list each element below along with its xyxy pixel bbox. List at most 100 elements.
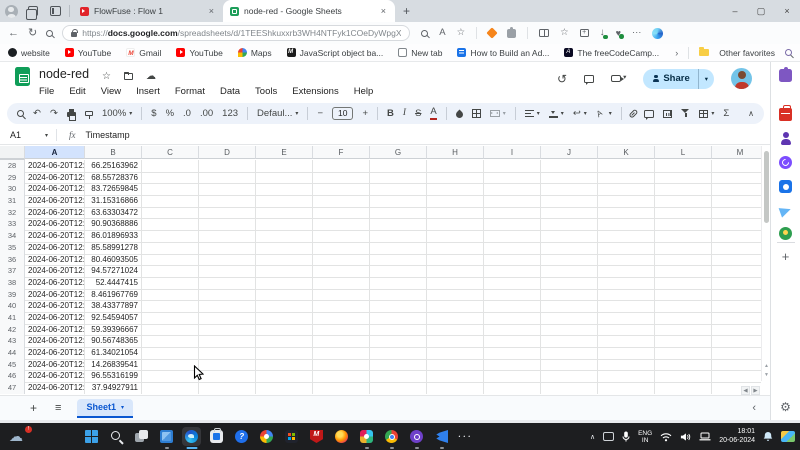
url-field[interactable]: https://docs.google.com/spreadsheets/d/1… xyxy=(62,25,410,41)
column-header-L[interactable]: L xyxy=(655,146,712,159)
get-add-ons-button[interactable]: + xyxy=(782,249,790,264)
version-history-icon[interactable]: ↺ xyxy=(557,73,567,85)
text-rotate-button[interactable]: ▾ xyxy=(596,109,612,118)
notifications-bell-icon[interactable] xyxy=(763,431,773,442)
increase-decimal-button[interactable]: .00 xyxy=(200,109,213,119)
camera-blue-icon[interactable] xyxy=(779,180,792,193)
italic-button[interactable]: I xyxy=(403,109,406,119)
gear-icon[interactable]: ⚙ xyxy=(780,400,791,414)
bookmark-how-to-build-an-ad-[interactable]: How to Build an Ad... xyxy=(457,48,549,58)
workspaces-icon[interactable] xyxy=(22,0,44,22)
battery-icon[interactable] xyxy=(699,432,711,441)
collapse-side-panel-icon[interactable]: ‹ xyxy=(752,402,756,414)
store-icon[interactable] xyxy=(207,427,226,446)
name-box[interactable]: A1 ▾ xyxy=(0,130,56,140)
font-size-input[interactable]: 10 xyxy=(332,107,353,121)
add-sheet-button[interactable]: + xyxy=(30,401,37,415)
mcafee-icon[interactable] xyxy=(307,427,326,446)
bookmark-the-freecodecamp-[interactable]: The freeCodeCamp... xyxy=(564,48,659,58)
paint-format-icon[interactable] xyxy=(85,111,93,116)
column-header-J[interactable]: J xyxy=(541,146,598,159)
scrollbar-thumb[interactable] xyxy=(764,151,769,223)
insert-comment-button[interactable] xyxy=(644,110,654,118)
favorites-icon[interactable]: ☆ xyxy=(560,28,569,38)
metamask-icon[interactable] xyxy=(486,27,497,38)
currency-format-button[interactable]: $ xyxy=(151,109,156,119)
scroll-left-icon[interactable]: ◀ xyxy=(741,386,750,395)
cell-F47[interactable] xyxy=(313,382,370,394)
toolbar-search-icon[interactable] xyxy=(17,110,24,117)
menu-tools[interactable]: Tools xyxy=(255,86,277,97)
language-indicator[interactable]: ENGIN xyxy=(638,430,652,444)
cell-G47[interactable] xyxy=(370,382,427,394)
column-header-C[interactable]: C xyxy=(142,146,199,159)
read-aloud-icon[interactable]: A xyxy=(439,28,445,38)
desktop-icon[interactable] xyxy=(157,427,176,446)
extensions-icon[interactable] xyxy=(507,29,516,38)
downloads-icon[interactable]: ↓ xyxy=(600,28,605,38)
browser-essentials-icon[interactable]: ♥ xyxy=(616,29,621,38)
formula-bar-content[interactable]: Timestamp xyxy=(86,130,130,140)
text-color-button[interactable]: A xyxy=(430,107,436,120)
slack-icon[interactable] xyxy=(357,427,376,446)
zoom-select[interactable]: 100%▾ xyxy=(102,109,132,119)
menu-view[interactable]: View xyxy=(101,86,121,97)
menu-extensions[interactable]: Extensions xyxy=(292,86,338,97)
clock[interactable]: 18:0120-06-2024 xyxy=(719,428,755,445)
meet-camera-icon[interactable]: ▾ xyxy=(611,75,626,82)
cell-H47[interactable] xyxy=(427,382,484,394)
bookmark-gmail[interactable]: Gmail xyxy=(126,48,161,58)
cell-C47[interactable] xyxy=(142,382,199,394)
bookmark-youtube[interactable]: YouTube xyxy=(176,48,222,58)
split-screen-icon[interactable] xyxy=(539,29,549,37)
column-header-B[interactable]: B xyxy=(85,146,142,159)
column-header-A[interactable]: A xyxy=(25,146,85,159)
weather-widget[interactable]: ☁ ! xyxy=(9,427,31,445)
star-icon[interactable]: ☆ xyxy=(102,71,111,82)
name-box-dropdown-icon[interactable]: ▾ xyxy=(45,132,48,139)
number-format-button[interactable]: 123 xyxy=(222,109,238,119)
quest-icon[interactable] xyxy=(232,427,251,446)
cell-J47[interactable] xyxy=(541,382,598,394)
menu-help[interactable]: Help xyxy=(354,86,374,97)
display-icon[interactable] xyxy=(603,432,614,441)
taskview-icon[interactable] xyxy=(132,427,151,446)
column-header-E[interactable]: E xyxy=(256,146,313,159)
insert-link-button[interactable] xyxy=(631,109,636,118)
vertical-scrollbar[interactable]: ▲ ▼ xyxy=(761,146,770,381)
menu-data[interactable]: Data xyxy=(220,86,240,97)
vscode-icon[interactable] xyxy=(432,427,451,446)
volume-icon[interactable] xyxy=(680,432,691,442)
comment-icon[interactable] xyxy=(584,75,594,83)
office-icon[interactable] xyxy=(282,427,301,446)
redo-icon[interactable]: ↷ xyxy=(50,109,58,119)
filter-button[interactable] xyxy=(681,109,690,118)
edge-icon[interactable] xyxy=(182,427,201,446)
borders-button[interactable] xyxy=(472,109,481,118)
merge-cells-button[interactable]: ▾ xyxy=(490,110,506,117)
menu-file[interactable]: File xyxy=(39,86,54,97)
other-favorites[interactable]: Other favorites xyxy=(719,48,775,58)
bold-button[interactable]: B xyxy=(387,109,394,119)
github-desktop-icon[interactable] xyxy=(407,427,426,446)
start-icon[interactable] xyxy=(82,427,101,446)
tab-google-sheets[interactable]: node-red - Google Sheets × xyxy=(223,0,395,22)
cell-K47[interactable] xyxy=(598,382,655,394)
person-purple-icon[interactable] xyxy=(779,132,792,145)
tab-close-icon[interactable]: × xyxy=(379,6,388,16)
strikethrough-button[interactable]: S xyxy=(415,109,421,119)
cell-I47[interactable] xyxy=(484,382,541,394)
move-folder-icon[interactable] xyxy=(124,73,133,80)
hidden-icons-chevron[interactable]: ∧ xyxy=(590,433,595,441)
favorites-search-icon[interactable] xyxy=(785,49,792,56)
cell-D47[interactable] xyxy=(199,382,256,394)
font-select[interactable]: Defaul...▾ xyxy=(257,109,298,119)
window-minimize-button[interactable]: – xyxy=(722,6,748,16)
toolbox-red-icon[interactable] xyxy=(779,106,792,121)
favorite-star-icon[interactable]: ☆ xyxy=(457,28,466,38)
back-icon[interactable]: ← xyxy=(8,28,19,39)
grid-corner[interactable] xyxy=(0,146,25,159)
search-icon[interactable] xyxy=(46,30,53,37)
increase-font-size-button[interactable]: + xyxy=(362,109,368,119)
print-icon[interactable] xyxy=(67,110,76,117)
